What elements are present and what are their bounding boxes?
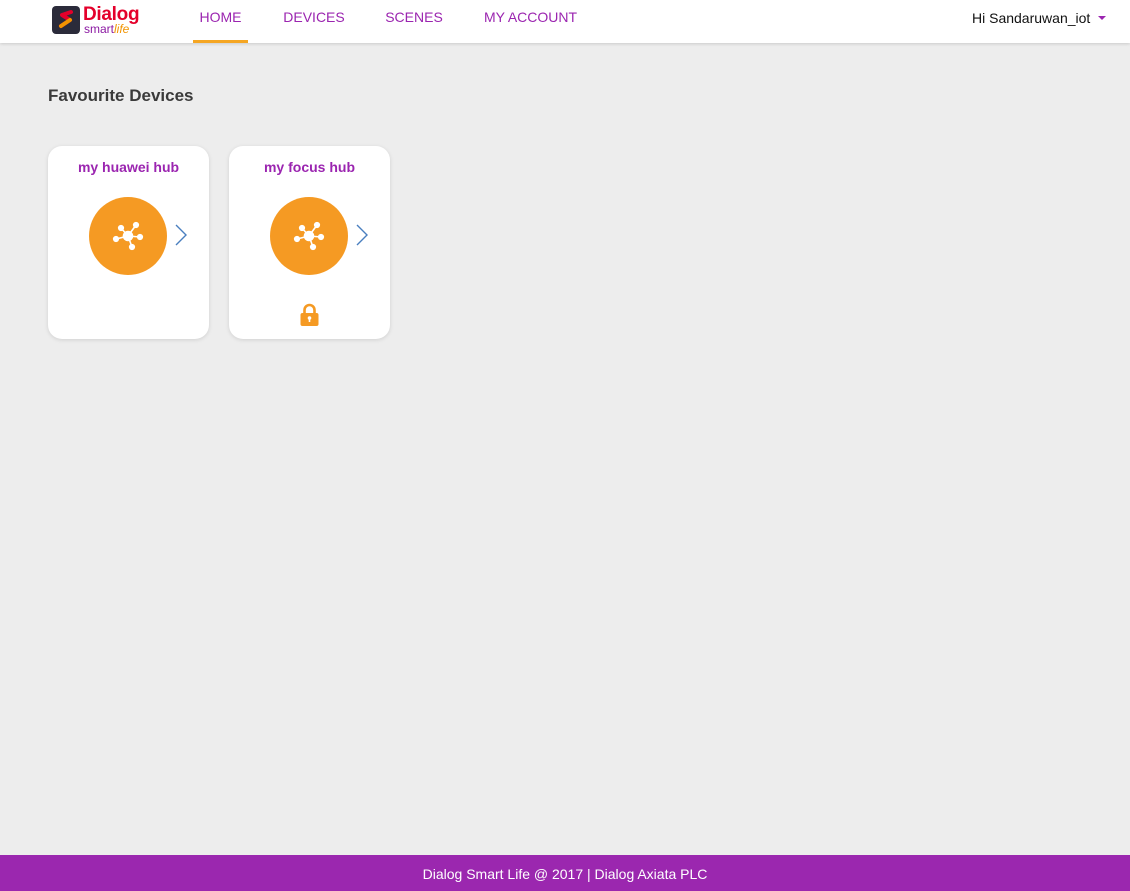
logo-text: Dialog smartlife xyxy=(83,5,140,36)
chevron-right-icon[interactable] xyxy=(174,223,188,247)
device-name: my huawei hub xyxy=(77,159,180,175)
tab-scenes[interactable]: SCENES xyxy=(385,0,443,43)
tab-my-account[interactable]: MY ACCOUNT xyxy=(483,0,578,43)
dialog-smart-life-logo[interactable]: Dialog smartlife xyxy=(52,3,144,37)
hub-icon xyxy=(270,197,348,275)
device-card-my-focus-hub[interactable]: my focus hub xyxy=(229,146,390,339)
footer: Dialog Smart Life @ 2017 | Dialog Axiata… xyxy=(0,855,1130,891)
tab-devices[interactable]: DEVICES xyxy=(283,0,345,43)
chevron-right-icon[interactable] xyxy=(355,223,369,247)
tab-home[interactable]: HOME xyxy=(193,0,248,43)
logo-subtitle-smart: smart xyxy=(84,22,114,36)
footer-copyright: Dialog Smart Life @ 2017 | Dialog Axiata… xyxy=(422,866,708,882)
lock-icon xyxy=(300,303,319,326)
hub-icon xyxy=(89,197,167,275)
top-navigation-bar: Dialog smartlife HOME DEVICES SCENES MY … xyxy=(0,0,1130,43)
user-greeting: Hi Sandaruwan_iot xyxy=(972,9,1091,26)
user-menu[interactable]: Hi Sandaruwan_iot xyxy=(972,0,1107,35)
device-name: my focus hub xyxy=(263,159,355,175)
page-title: Favourite Devices xyxy=(48,86,194,105)
caret-down-icon xyxy=(1098,15,1107,20)
device-card-my-huawei-hub[interactable]: my huawei hub xyxy=(48,146,209,339)
dialog-logo-mark-icon xyxy=(52,6,80,34)
logo-subtitle-life: life xyxy=(114,22,130,36)
